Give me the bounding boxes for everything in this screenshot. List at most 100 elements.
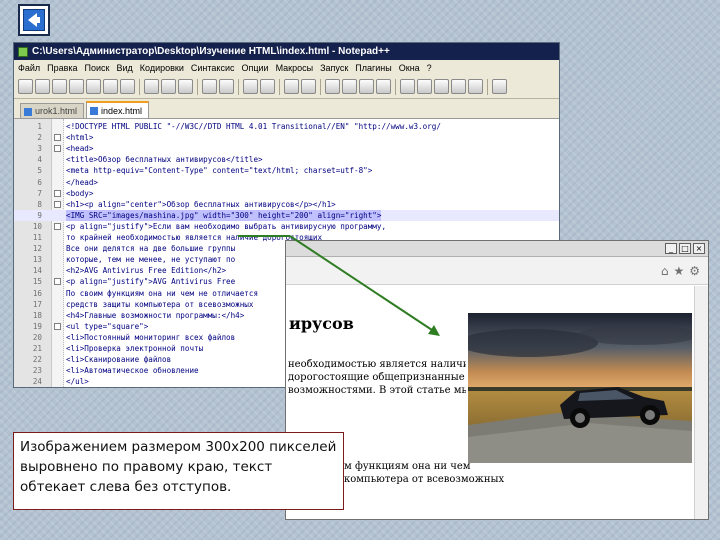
line-number: 12 bbox=[32, 244, 42, 254]
run-macro-icon[interactable] bbox=[451, 79, 466, 94]
replace-icon[interactable] bbox=[260, 79, 275, 94]
paragraph-line: компьютера от всевозможных bbox=[344, 474, 505, 485]
minimize-button[interactable]: _ bbox=[665, 243, 677, 254]
menu-item[interactable]: Макросы bbox=[276, 63, 314, 73]
paragraph-line: необходимостью является наличие bbox=[288, 359, 466, 370]
save-macro-icon[interactable] bbox=[468, 79, 483, 94]
code-line[interactable]: 3 <head> bbox=[14, 143, 559, 154]
code-line[interactable]: 5 <meta http-equiv="Content-Type" content… bbox=[14, 165, 559, 176]
code-line[interactable]: 6 </head> bbox=[14, 177, 559, 188]
fold-toggle-icon[interactable] bbox=[54, 145, 61, 153]
menu-item[interactable]: Вид bbox=[117, 63, 133, 73]
document-tabs: urok1.html index.html bbox=[14, 99, 559, 119]
undo-icon[interactable] bbox=[202, 79, 217, 94]
tab-urok1-html[interactable]: urok1.html bbox=[20, 103, 85, 118]
close-icon[interactable] bbox=[86, 79, 101, 94]
fold-toggle-icon[interactable] bbox=[54, 189, 61, 197]
line-number: 10 bbox=[32, 221, 42, 231]
favorites-icon[interactable]: ★ bbox=[673, 264, 684, 278]
show-all-chars-icon[interactable] bbox=[359, 79, 374, 94]
paste-icon[interactable] bbox=[178, 79, 193, 94]
code-line[interactable]: 1 <!DOCTYPE HTML PUBLIC "-//W3C//DTD HTML… bbox=[14, 121, 559, 132]
menu-item[interactable]: Опции bbox=[241, 63, 268, 73]
settings-icon[interactable]: ⚙ bbox=[689, 264, 700, 278]
line-number: 1 bbox=[37, 122, 42, 131]
save-all-icon[interactable] bbox=[69, 79, 84, 94]
open-file-icon[interactable] bbox=[35, 79, 50, 94]
code-line[interactable]: 8 <h1><p align="center">Обзор бесплатных … bbox=[14, 199, 559, 210]
file-icon bbox=[24, 108, 32, 116]
copy-icon[interactable] bbox=[161, 79, 176, 94]
back-button[interactable] bbox=[18, 4, 50, 36]
close-all-icon[interactable] bbox=[103, 79, 118, 94]
menu-item[interactable]: Кодировки bbox=[140, 63, 184, 73]
menu-item[interactable]: Плагины bbox=[355, 63, 391, 73]
tab-index-html[interactable]: index.html bbox=[86, 101, 150, 118]
fold-toggle-icon[interactable] bbox=[54, 222, 61, 230]
find-icon[interactable] bbox=[243, 79, 258, 94]
browser-title-bar: _ □ × bbox=[286, 241, 708, 257]
line-number: 7 bbox=[37, 188, 42, 198]
menu-item[interactable]: Поиск bbox=[85, 63, 110, 73]
fold-toggle-icon[interactable] bbox=[54, 322, 61, 330]
home-icon[interactable]: ⌂ bbox=[661, 264, 669, 278]
menu-item[interactable]: Окна bbox=[399, 63, 420, 73]
toolbar-separator bbox=[487, 78, 488, 95]
line-number: 8 bbox=[37, 199, 42, 209]
cut-icon[interactable] bbox=[144, 79, 159, 94]
toolbar bbox=[14, 75, 559, 99]
fold-toggle-icon[interactable] bbox=[54, 200, 61, 208]
menu-item[interactable]: Запуск bbox=[320, 63, 348, 73]
fold-toggle-icon[interactable] bbox=[54, 134, 61, 142]
redo-icon[interactable] bbox=[219, 79, 234, 94]
line-number: 17 bbox=[32, 299, 42, 309]
menu-item[interactable]: Файл bbox=[18, 63, 40, 73]
code-line[interactable]: 9 <IMG SRC="images/mashina.jpg" width="30… bbox=[14, 209, 559, 221]
record-macro-icon[interactable] bbox=[400, 79, 415, 94]
menu-item[interactable]: ? bbox=[427, 63, 432, 73]
toolbar-separator bbox=[197, 78, 198, 95]
menu-item[interactable]: Правка bbox=[47, 63, 77, 73]
code-line[interactable]: 4 <title>Обзор бесплатных антивирусов</ti… bbox=[14, 154, 559, 165]
code-text: то крайней необходимостью является налич… bbox=[66, 233, 323, 242]
word-wrap-icon[interactable] bbox=[342, 79, 357, 94]
line-number: 24 bbox=[32, 377, 42, 387]
menu-item[interactable]: Синтаксис bbox=[191, 63, 235, 73]
paragraph-line: дорогостоящие общепризнанные bbox=[288, 372, 465, 383]
code-text: <meta http-equiv="Content-Type" content=… bbox=[66, 166, 373, 176]
code-text: которые, тем не менее, не уступают по bbox=[66, 255, 236, 265]
maximize-button[interactable]: □ bbox=[679, 243, 691, 254]
code-line[interactable]: 10 <p align="justify">Если вам необходимо… bbox=[14, 221, 559, 232]
code-line[interactable]: 7 <body> bbox=[14, 188, 559, 199]
window-title: C:\Users\Администратор\Desktop\Изучение … bbox=[32, 46, 390, 57]
code-text: <title>Обзор бесплатных антивирусов</tit… bbox=[66, 155, 263, 165]
code-text: <h1><p align="center">Обзор бесплатных а… bbox=[66, 199, 336, 209]
indent-guide-icon[interactable] bbox=[376, 79, 391, 94]
line-number: 6 bbox=[37, 177, 42, 187]
line-number: 3 bbox=[37, 144, 42, 154]
stop-macro-icon[interactable] bbox=[417, 79, 432, 94]
new-file-icon[interactable] bbox=[18, 79, 33, 94]
print-icon[interactable] bbox=[120, 79, 135, 94]
code-text: <li>Автоматическое обновление bbox=[66, 366, 199, 376]
close-button[interactable]: × bbox=[693, 243, 705, 254]
zoom-out-icon[interactable] bbox=[301, 79, 316, 94]
fold-toggle-icon[interactable] bbox=[54, 278, 61, 286]
tab-label: urok1.html bbox=[35, 106, 78, 116]
browser-command-bar: ⌂ ★ ⚙ bbox=[286, 257, 708, 285]
spellcheck-icon[interactable] bbox=[492, 79, 507, 94]
code-text: <!DOCTYPE HTML PUBLIC "-//W3C//DTD HTML … bbox=[66, 122, 441, 131]
zoom-in-icon[interactable] bbox=[284, 79, 299, 94]
car-image bbox=[468, 313, 692, 463]
sync-scroll-icon[interactable] bbox=[325, 79, 340, 94]
tab-label: index.html bbox=[101, 105, 143, 116]
save-icon[interactable] bbox=[52, 79, 67, 94]
line-number: 19 bbox=[32, 321, 42, 331]
line-number: 14 bbox=[32, 266, 42, 276]
code-line[interactable]: 2 <html> bbox=[14, 132, 559, 143]
vertical-scrollbar[interactable] bbox=[694, 286, 708, 519]
line-number: 15 bbox=[32, 277, 42, 287]
code-text: <p align="justify">Если вам необходимо в… bbox=[66, 221, 387, 231]
toolbar-separator bbox=[238, 78, 239, 95]
play-macro-icon[interactable] bbox=[434, 79, 449, 94]
